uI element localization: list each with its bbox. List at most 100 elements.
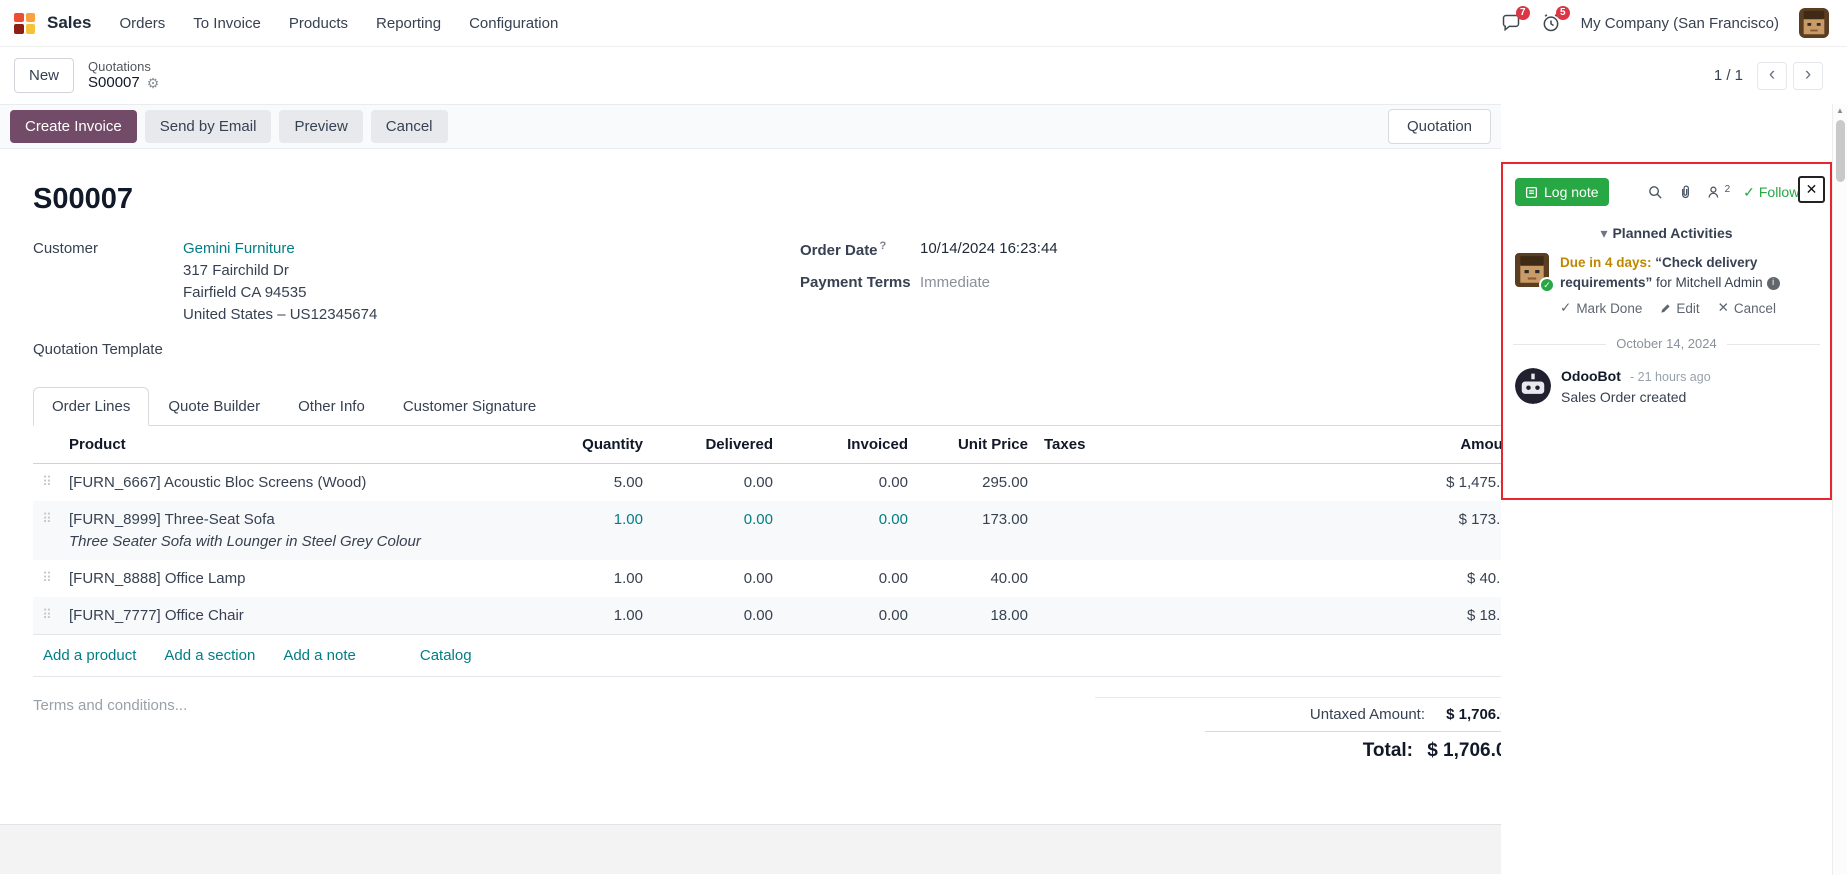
cell-delivered[interactable]: 0.00 [651,597,781,635]
cell-unit-price[interactable]: 40.00 [916,560,1036,597]
line-actions-row: Add a product Add a section Add a note C… [33,635,1525,677]
payment-terms-label: Payment Terms [800,274,920,291]
cell-invoiced[interactable]: 0.00 [781,464,916,502]
planned-activities-header[interactable]: ▾Planned Activities [1503,216,1830,249]
menu-item-orders[interactable]: Orders [119,15,165,32]
breadcrumb-current: S00007 [88,74,140,92]
cell-unit-price[interactable]: 18.00 [916,597,1036,635]
column-unit-price[interactable]: Unit Price [916,426,1036,464]
address-line: United States – US12345674 [183,304,800,326]
cell-taxes[interactable] [1036,501,1286,560]
column-quantity[interactable]: Quantity [531,426,651,464]
pager-previous-button[interactable]: ‹ [1757,62,1787,90]
customer-link[interactable]: Gemini Furniture [183,240,295,257]
main-menu: Orders To Invoice Products Reporting Con… [119,15,558,32]
drag-handle-icon[interactable]: ⠿ [33,597,61,635]
breadcrumb-parent[interactable]: Quotations [88,59,159,75]
drag-handle-icon[interactable]: ⠿ [33,501,61,560]
activities-icon[interactable]: 5 [1541,13,1561,33]
mark-done-button[interactable]: ✓ Mark Done [1560,300,1642,316]
cell-taxes[interactable] [1036,560,1286,597]
send-by-email-button[interactable]: Send by Email [145,110,272,143]
catalog-link[interactable]: Catalog [420,647,472,664]
chevron-down-icon: ▾ [1600,225,1607,241]
user-avatar[interactable] [1799,8,1829,38]
info-icon[interactable]: i [1767,277,1780,290]
column-amount[interactable]: Amount [1286,426,1525,464]
column-product[interactable]: Product [61,426,531,464]
add-note-link[interactable]: Add a note [283,647,356,664]
cell-invoiced[interactable]: 0.00 [781,560,916,597]
apps-grid-icon[interactable] [14,13,35,34]
order-date-value[interactable]: 10/14/2024 16:23:44 [920,240,1058,259]
add-product-link[interactable]: Add a product [43,647,136,664]
address-line: 317 Fairchild Dr [183,260,800,282]
sheet-footer: Terms and conditions... Untaxed Amount: … [33,697,1525,770]
activity-due: Due in 4 days: [1560,255,1652,270]
drag-handle-icon[interactable]: ⠿ [33,464,61,502]
tab-customer-signature[interactable]: Customer Signature [384,387,555,426]
terms-placeholder[interactable]: Terms and conditions... [33,697,187,770]
payment-terms-value[interactable]: Immediate [920,274,990,291]
help-question-icon[interactable]: ? [880,240,887,252]
cell-quantity[interactable]: 1.00 [531,560,651,597]
user-avatar-image [1799,8,1829,38]
tab-quote-builder[interactable]: Quote Builder [149,387,279,426]
company-switcher[interactable]: My Company (San Francisco) [1581,15,1779,32]
cell-taxes[interactable] [1036,464,1286,502]
column-delivered[interactable]: Delivered [651,426,781,464]
preview-button[interactable]: Preview [279,110,362,143]
settings-gear-icon[interactable]: ⚙ [147,75,160,92]
cell-quantity[interactable]: 5.00 [531,464,651,502]
menu-item-configuration[interactable]: Configuration [469,15,558,32]
check-icon: ✓ [1743,184,1755,201]
close-icon: ✕ [1718,300,1729,316]
cell-invoiced[interactable]: 0.00 [781,597,916,635]
scrollbar-thumb[interactable] [1836,120,1845,182]
app-brand[interactable]: Sales [47,13,91,33]
scrollbar-up-arrow-icon[interactable]: ▲ [1833,104,1847,115]
edit-activity-button[interactable]: Edit [1660,300,1699,316]
search-icon[interactable] [1647,184,1664,201]
table-row: ⠿ [FURN_8888] Office Lamp 1.00 0.00 0.00… [33,560,1525,597]
cell-delivered[interactable]: 0.00 [651,464,781,502]
cell-product[interactable]: [FURN_6667] Acoustic Bloc Screens (Wood) [61,464,531,502]
messages-icon[interactable]: 7 [1501,13,1521,33]
cell-unit-price[interactable]: 173.00 [916,501,1036,560]
cell-taxes[interactable] [1036,597,1286,635]
odoobot-avatar-image [1515,368,1551,404]
add-section-link[interactable]: Add a section [164,647,255,664]
cell-product[interactable]: [FURN_8888] Office Lamp [61,560,531,597]
menu-item-reporting[interactable]: Reporting [376,15,441,32]
menu-item-products[interactable]: Products [289,15,348,32]
cell-product[interactable]: [FURN_8999] Three-Seat Sofa Three Seater… [61,501,531,560]
vertical-scrollbar[interactable]: ▲ [1832,104,1847,875]
cell-quantity[interactable]: 1.00 [531,597,651,635]
untaxed-amount-label: Untaxed Amount: [1310,706,1425,723]
new-button[interactable]: New [14,58,74,93]
chatter-panel: ✕ Log note [1501,104,1832,875]
create-invoice-button[interactable]: Create Invoice [10,110,137,143]
cell-quantity[interactable]: 1.00 [531,501,651,560]
cell-invoiced[interactable]: 0.00 [781,501,916,560]
tab-order-lines[interactable]: Order Lines [33,387,149,426]
followers-icon[interactable]: 2 [1707,184,1731,201]
tab-other-info[interactable]: Other Info [279,387,384,426]
chatter-toolbar: Log note [1503,164,1830,216]
pager-next-button[interactable]: › [1793,62,1823,90]
log-note-button[interactable]: Log note [1515,178,1609,206]
record-pager: 1 / 1 ‹ › [1714,62,1823,90]
menu-item-to-invoice[interactable]: To Invoice [193,15,261,32]
stage-badge-quotation[interactable]: Quotation [1388,109,1491,144]
cancel-activity-button[interactable]: ✕ Cancel [1718,300,1776,316]
cancel-button[interactable]: Cancel [371,110,448,143]
column-taxes[interactable]: Taxes [1036,426,1286,464]
cell-delivered[interactable]: 0.00 [651,560,781,597]
drag-handle-icon[interactable]: ⠿ [33,560,61,597]
cell-delivered[interactable]: 0.00 [651,501,781,560]
close-icon[interactable]: ✕ [1798,176,1825,203]
cell-unit-price[interactable]: 295.00 [916,464,1036,502]
column-invoiced[interactable]: Invoiced [781,426,916,464]
cell-product[interactable]: [FURN_7777] Office Chair [61,597,531,635]
attachment-icon[interactable] [1677,184,1694,201]
